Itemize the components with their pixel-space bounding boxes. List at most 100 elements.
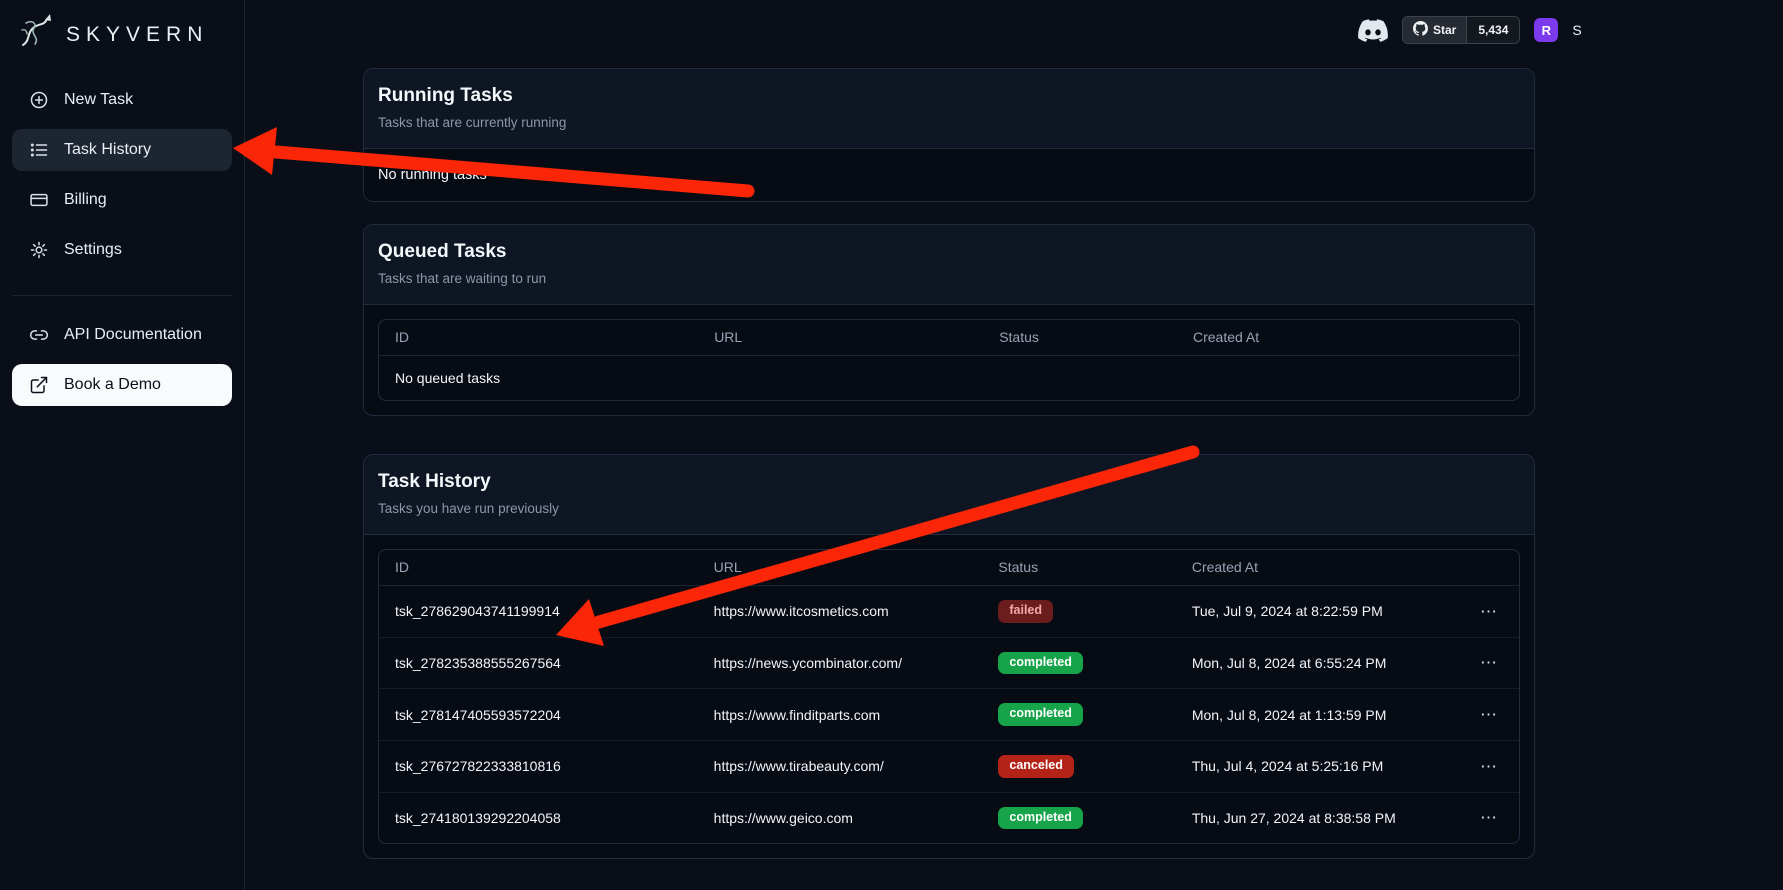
sidebar-item-billing[interactable]: Billing <box>12 179 232 221</box>
task-url-cell: https://www.geico.com <box>698 792 983 843</box>
task-url-cell: https://www.finditparts.com <box>698 689 983 741</box>
task-status-cell: failed <box>982 586 1175 638</box>
task-id-cell: tsk_276727822333810816 <box>379 740 698 792</box>
task-created-cell: Thu, Jun 27, 2024 at 8:38:58 PM <box>1176 792 1460 843</box>
column-header-status: Status <box>982 550 1175 586</box>
status-badge: completed <box>998 703 1083 726</box>
task-url-cell: https://www.tirabeauty.com/ <box>698 740 983 792</box>
user-name-partial: S <box>1572 22 1581 38</box>
column-header-id: ID <box>379 320 698 356</box>
sidebar: SKYVERN New Task Task History <box>0 0 245 890</box>
running-tasks-subtitle: Tasks that are currently running <box>378 115 1520 130</box>
task-id-cell: tsk_278629043741199914 <box>379 586 698 638</box>
task-history-header-row: ID URL Status Created At <box>379 550 1519 586</box>
topbar: Star 5,434 R S <box>1358 15 1582 45</box>
plus-circle-icon <box>29 90 49 110</box>
sidebar-item-label: Billing <box>64 191 107 209</box>
sidebar-item-api-documentation[interactable]: API Documentation <box>12 314 232 356</box>
main-content: Running Tasks Tasks that are currently r… <box>363 68 1535 881</box>
brand-name: SKYVERN <box>66 23 208 47</box>
sidebar-item-label: API Documentation <box>64 326 202 344</box>
sidebar-item-book-a-demo[interactable]: Book a Demo <box>12 364 232 406</box>
row-actions-button[interactable]: ⋯ <box>1476 704 1503 725</box>
task-created-cell: Thu, Jul 4, 2024 at 5:25:16 PM <box>1176 740 1460 792</box>
task-id-cell: tsk_274180139292204058 <box>379 792 698 843</box>
task-status-cell: completed <box>982 637 1175 689</box>
task-history-card: Task History Tasks you have run previous… <box>363 454 1535 859</box>
running-tasks-empty-message: No running tasks <box>364 149 1534 201</box>
task-created-cell: Mon, Jul 8, 2024 at 6:55:24 PM <box>1176 637 1460 689</box>
gear-icon <box>29 240 49 260</box>
queued-tasks-title: Queued Tasks <box>378 241 1520 263</box>
column-header-status: Status <box>983 320 1177 356</box>
task-status-cell: completed <box>982 792 1175 843</box>
sidebar-item-settings[interactable]: Settings <box>12 229 232 271</box>
sidebar-item-task-history[interactable]: Task History <box>12 129 232 171</box>
task-created-cell: Mon, Jul 8, 2024 at 1:13:59 PM <box>1176 689 1460 741</box>
brand-logo: SKYVERN <box>0 0 244 73</box>
github-star-button[interactable]: Star 5,434 <box>1402 16 1520 44</box>
queued-tasks-subtitle: Tasks that are waiting to run <box>378 271 1520 286</box>
github-star-count: 5,434 <box>1466 17 1519 43</box>
running-tasks-card: Running Tasks Tasks that are currently r… <box>363 68 1535 202</box>
queued-tasks-table-wrapper: ID URL Status Created At No queued tasks <box>378 319 1520 401</box>
task-id-cell: tsk_278235388555267564 <box>379 637 698 689</box>
row-actions-button[interactable]: ⋯ <box>1476 756 1503 777</box>
task-row[interactable]: tsk_274180139292204058 https://www.geico… <box>379 792 1519 843</box>
status-badge: completed <box>998 807 1083 830</box>
task-id-cell: tsk_278147405593572204 <box>379 689 698 741</box>
task-created-cell: Tue, Jul 9, 2024 at 8:22:59 PM <box>1176 586 1460 638</box>
status-badge: completed <box>998 652 1083 675</box>
column-header-created: Created At <box>1177 320 1462 356</box>
task-status-cell: completed <box>982 689 1175 741</box>
queued-tasks-header: Queued Tasks Tasks that are waiting to r… <box>364 225 1534 305</box>
task-url-cell: https://news.ycombinator.com/ <box>698 637 983 689</box>
sidebar-item-label: Task History <box>64 141 151 159</box>
row-actions-button[interactable]: ⋯ <box>1476 601 1503 622</box>
github-star-label-section: Star <box>1403 17 1466 43</box>
queued-tasks-card: Queued Tasks Tasks that are waiting to r… <box>363 224 1535 416</box>
credit-card-icon <box>29 190 49 210</box>
task-history-table-wrapper: ID URL Status Created At tsk_27862904374… <box>378 549 1520 844</box>
task-history-table: ID URL Status Created At tsk_27862904374… <box>379 550 1519 843</box>
status-badge: failed <box>998 600 1053 623</box>
column-header-url: URL <box>698 550 983 586</box>
sidebar-item-label: New Task <box>64 91 133 109</box>
skyvern-dragon-icon <box>14 10 58 59</box>
sidebar-nav: New Task Task History Billing <box>0 73 244 412</box>
task-row[interactable]: tsk_278235388555267564 https://news.ycom… <box>379 637 1519 689</box>
discord-icon[interactable] <box>1358 19 1388 42</box>
row-actions-button[interactable]: ⋯ <box>1476 652 1503 673</box>
row-actions-button[interactable]: ⋯ <box>1476 807 1503 828</box>
sidebar-item-new-task[interactable]: New Task <box>12 79 232 121</box>
sidebar-item-label: Settings <box>64 241 122 259</box>
sidebar-secondary-section: API Documentation Book a Demo <box>12 295 232 406</box>
task-history-title: Task History <box>378 471 1520 493</box>
queued-tasks-empty-message: No queued tasks <box>379 356 1519 401</box>
link-icon <box>29 325 49 345</box>
column-header-created: Created At <box>1176 550 1460 586</box>
avatar[interactable]: R <box>1534 18 1558 42</box>
task-status-cell: canceled <box>982 740 1175 792</box>
github-icon <box>1413 21 1428 39</box>
queued-tasks-empty-row: No queued tasks <box>379 356 1519 401</box>
queued-tasks-table: ID URL Status Created At No queued tasks <box>379 320 1519 400</box>
running-tasks-title: Running Tasks <box>378 85 1520 107</box>
task-row[interactable]: tsk_278629043741199914 https://www.itcos… <box>379 586 1519 638</box>
running-tasks-header: Running Tasks Tasks that are currently r… <box>364 69 1534 149</box>
sidebar-item-label: Book a Demo <box>64 376 161 394</box>
task-history-header: Task History Tasks you have run previous… <box>364 455 1534 535</box>
github-star-label: Star <box>1433 23 1456 37</box>
task-history-body: ID URL Status Created At tsk_27862904374… <box>364 535 1534 858</box>
task-row[interactable]: tsk_276727822333810816 https://www.tirab… <box>379 740 1519 792</box>
column-header-id: ID <box>379 550 698 586</box>
task-row[interactable]: tsk_278147405593572204 https://www.findi… <box>379 689 1519 741</box>
status-badge: canceled <box>998 755 1074 778</box>
column-header-url: URL <box>698 320 983 356</box>
task-history-subtitle: Tasks you have run previously <box>378 501 1520 516</box>
queued-tasks-body: ID URL Status Created At No queued tasks <box>364 305 1534 415</box>
queued-tasks-header-row: ID URL Status Created At <box>379 320 1519 356</box>
external-link-icon <box>29 375 49 395</box>
list-icon <box>29 140 49 160</box>
task-url-cell: https://www.itcosmetics.com <box>698 586 983 638</box>
